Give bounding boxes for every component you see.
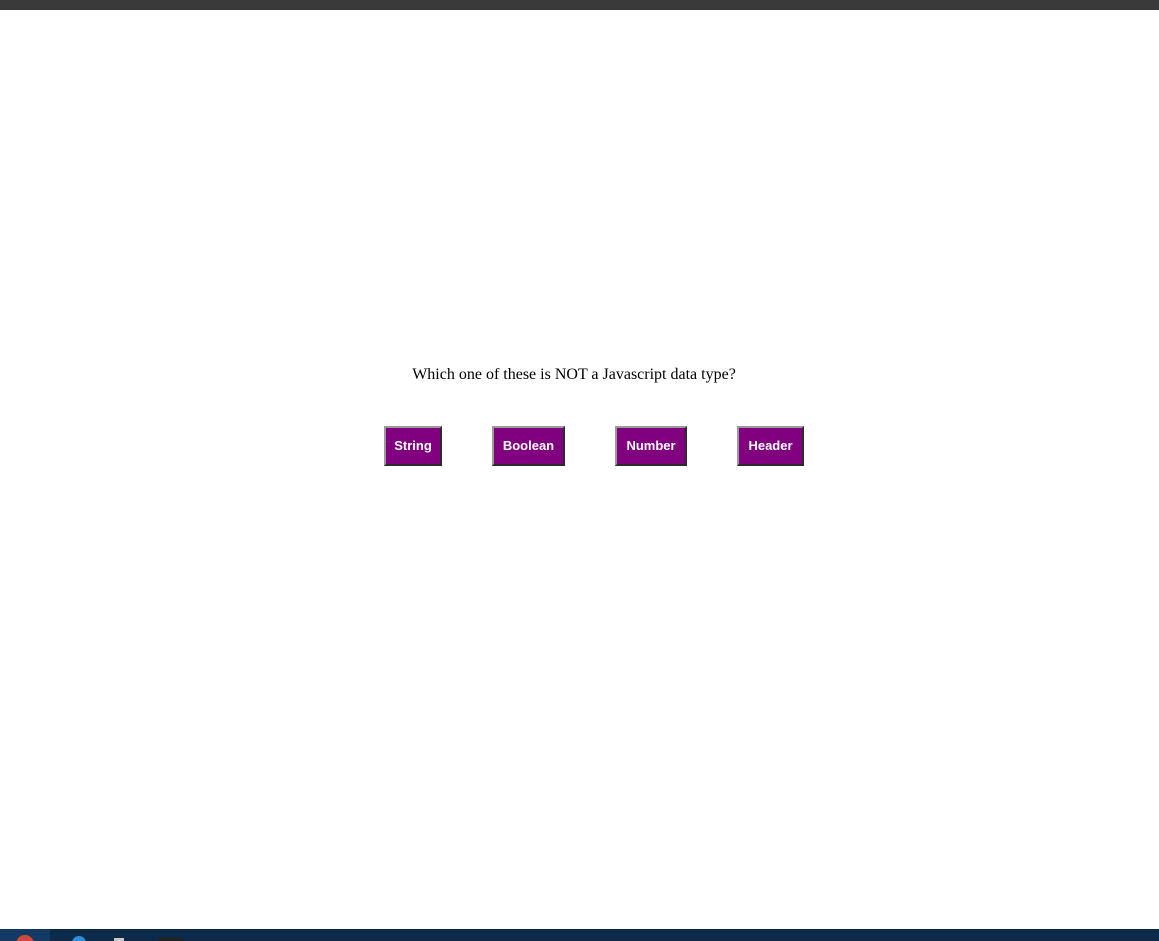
window-top-bar bbox=[0, 0, 1159, 10]
answer-button-header[interactable]: Header bbox=[737, 426, 804, 466]
answer-button-string[interactable]: String bbox=[384, 426, 442, 466]
question-text: Which one of these is NOT a Javascript d… bbox=[412, 366, 736, 383]
answer-buttons: String Boolean Number Header bbox=[0, 426, 1159, 466]
start-button[interactable] bbox=[0, 929, 50, 941]
quiz-page: Which one of these is NOT a Javascript d… bbox=[0, 10, 1159, 929]
edge-browser-icon[interactable] bbox=[72, 936, 86, 941]
answer-button-number[interactable]: Number bbox=[615, 426, 687, 466]
taskbar bbox=[0, 929, 1159, 941]
start-icon bbox=[16, 935, 34, 941]
answer-button-boolean[interactable]: Boolean bbox=[492, 426, 565, 466]
